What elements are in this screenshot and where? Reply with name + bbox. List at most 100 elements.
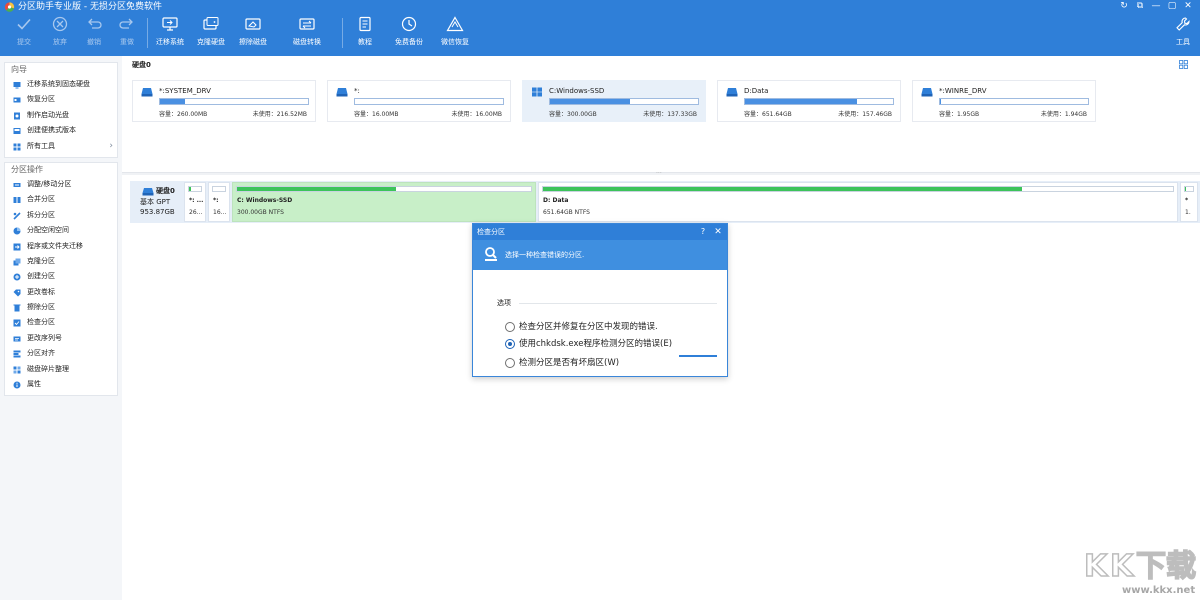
minimize-button[interactable]: — [1148, 0, 1164, 12]
dialog-title: 检查分区 [477, 228, 505, 236]
create-partition-icon [13, 273, 21, 281]
dialog-title-bar[interactable]: 检查分区 ? ✕ [473, 224, 727, 240]
all-tools-icon [13, 143, 21, 151]
convert-disk-button[interactable]: 磁盘转换 [286, 14, 328, 54]
sidebar-item-align[interactable]: 分区对齐 [5, 346, 117, 361]
wipe-disk-icon [232, 16, 274, 38]
redo-icon [106, 16, 148, 38]
radio-button[interactable] [505, 339, 515, 349]
usage-bar [939, 98, 1089, 105]
free-backup-button[interactable]: 免费备份 [388, 14, 430, 54]
partition-ops-panel: 分区操作 调整/移动分区 合并分区 拆分分区 分配空闲空间 程序或文件夹迁移 克… [4, 161, 118, 397]
sidebar-item-wipe-partition[interactable]: 擦除分区 [5, 300, 117, 315]
app-title: 分区助手专业版 - 无损分区免费软件 [18, 2, 162, 12]
sidebar-item-change-serial[interactable]: 更改序列号 [5, 331, 117, 346]
usage-bar-fill [940, 99, 942, 104]
tools-button[interactable]: 工具 [1162, 14, 1200, 54]
maximize-button[interactable]: ▢ [1164, 0, 1180, 12]
sidebar-item-app-move[interactable]: 程序或文件夹迁移 [5, 239, 117, 254]
magnifier-icon [485, 247, 497, 261]
disk-segment[interactable]: *: 16... [208, 182, 230, 222]
align-icon [13, 350, 21, 358]
sidebar-item-allocate[interactable]: 分配空闲空间 [5, 223, 117, 238]
dialog-header-band: 选择一种检查错误的分区. [473, 240, 727, 270]
watermark-url: www.kkx.net [1122, 585, 1196, 596]
wechat-recovery-icon [434, 16, 476, 38]
drive-icon [726, 88, 738, 97]
disk-section-title: 硬盘0 [132, 61, 151, 69]
ok-button-underline [679, 355, 717, 357]
disk-map-row: 硬盘0 基本 GPT 953.87GB *: ... 26... *: 16..… [130, 181, 1200, 223]
migrate-ssd-icon [13, 82, 21, 89]
options-group-label: 选项 [497, 299, 511, 307]
usage-bar [354, 98, 504, 105]
tutorial-button[interactable]: 教程 [344, 14, 386, 54]
sidebar-item-properties[interactable]: 属性 [5, 377, 117, 392]
splitter-grip: ··· [656, 170, 662, 177]
defrag-icon [13, 366, 21, 374]
radio-button[interactable] [505, 322, 515, 332]
portable-icon [13, 128, 21, 135]
segment-usage-bar [236, 186, 532, 192]
sidebar-item-all-tools[interactable]: 所有工具 › [5, 139, 117, 154]
options-group-line [519, 303, 717, 304]
partition-ops-heading: 分区操作 [11, 164, 43, 174]
restore-partition-icon [13, 97, 21, 103]
disk-segment[interactable]: *: ... 26... [184, 182, 206, 222]
sidebar-item-boot-disc[interactable]: 制作启动光盘 [5, 108, 117, 123]
app-logo-icon [4, 2, 15, 12]
usage-bar-fill [160, 99, 186, 104]
sidebar-item-resize[interactable]: 调整/移动分区 [5, 177, 117, 192]
partition-card[interactable]: *:SYSTEM_DRV 容量：260.00MB 未使用：216.52MB [132, 80, 316, 122]
usage-bar-fill [550, 99, 630, 104]
watermark: K K 下 载 www.kkx.net [1082, 546, 1198, 598]
partition-card[interactable]: *: 容量：16.00MB 未使用：16.00MB [327, 80, 511, 122]
segment-usage-fill [237, 187, 396, 191]
drive-icon [921, 88, 933, 97]
disk-info[interactable]: 硬盘0 基本 GPT 953.87GB [130, 181, 182, 223]
check-partition-icon [13, 319, 21, 327]
hard-disk-icon [142, 188, 154, 196]
tutorial-icon [344, 16, 386, 38]
segment-usage-bar [212, 186, 226, 192]
clone-disk-button[interactable]: 克隆硬盘 [190, 14, 232, 54]
partition-card[interactable]: D:Data 容量：651.64GB 未使用：157.46GB [717, 80, 901, 122]
wechat-recovery-button[interactable]: 微信恢复 [434, 14, 476, 54]
migrate-os-button[interactable]: 迁移系统 [149, 14, 191, 54]
sidebar-item-create-partition[interactable]: 创建分区 [5, 269, 117, 284]
toolbar: 提交 放弃 撤销 重做 迁移系统 克隆硬盘 擦除磁盘 磁盘转换 教程 免费备份 … [0, 14, 1200, 56]
usage-bar [159, 98, 309, 105]
close-button[interactable]: ✕ [1180, 0, 1196, 12]
view-grid-icon[interactable] [1179, 60, 1188, 69]
label-icon [13, 289, 21, 297]
info-icon [13, 381, 21, 389]
sidebar-item-portable[interactable]: 创建便携式版本 [5, 123, 117, 138]
sidebar-item-migrate-ssd[interactable]: 迁移系统到固态硬盘 [5, 77, 117, 92]
toolbar-separator [147, 18, 148, 48]
sidebar: 向导 迁移系统到固态硬盘 恢复分区 制作启动光盘 创建便携式版本 所有工具 › … [4, 62, 118, 400]
sidebar-item-clone-partition[interactable]: 克隆分区 [5, 254, 117, 269]
windows-logo-icon [532, 87, 542, 97]
radio-button[interactable] [505, 358, 515, 368]
sidebar-item-change-label[interactable]: 更改卷标 [5, 285, 117, 300]
partition-card-selected[interactable]: C:Windows-SSD 容量：300.00GB 未使用：137.33GB [522, 80, 706, 122]
disk-segment[interactable]: * 1. [1180, 182, 1198, 222]
dialog-close-button[interactable]: ✕ [712, 225, 724, 239]
disk-segment-selected[interactable]: C: Windows-SSD 300.00GB NTFS [232, 182, 536, 222]
sidebar-item-split[interactable]: 拆分分区 [5, 208, 117, 223]
help-icon[interactable]: ? [697, 225, 709, 239]
refresh-icon[interactable]: ↻ [1116, 0, 1132, 12]
sidebar-item-defrag[interactable]: 磁盘碎片整理 [5, 362, 117, 377]
skin-icon[interactable]: ⧉ [1132, 0, 1148, 12]
sidebar-item-check-partition[interactable]: 检查分区 [5, 315, 117, 330]
sidebar-item-restore-partition[interactable]: 恢复分区 [5, 92, 117, 107]
segment-usage-bar [188, 186, 202, 192]
sidebar-item-merge[interactable]: 合并分区 [5, 192, 117, 207]
migrate-os-icon [149, 16, 191, 38]
chevron-right-icon: › [109, 140, 113, 151]
clone-disk-icon [190, 16, 232, 38]
partition-card[interactable]: *:WINRE_DRV 容量：1.95GB 未使用：1.94GB [912, 80, 1096, 122]
disk-segment[interactable]: D: Data 651.64GB NTFS [538, 182, 1178, 222]
wipe-disk-button[interactable]: 擦除磁盘 [232, 14, 274, 54]
redo-button[interactable]: 重做 [106, 14, 148, 54]
